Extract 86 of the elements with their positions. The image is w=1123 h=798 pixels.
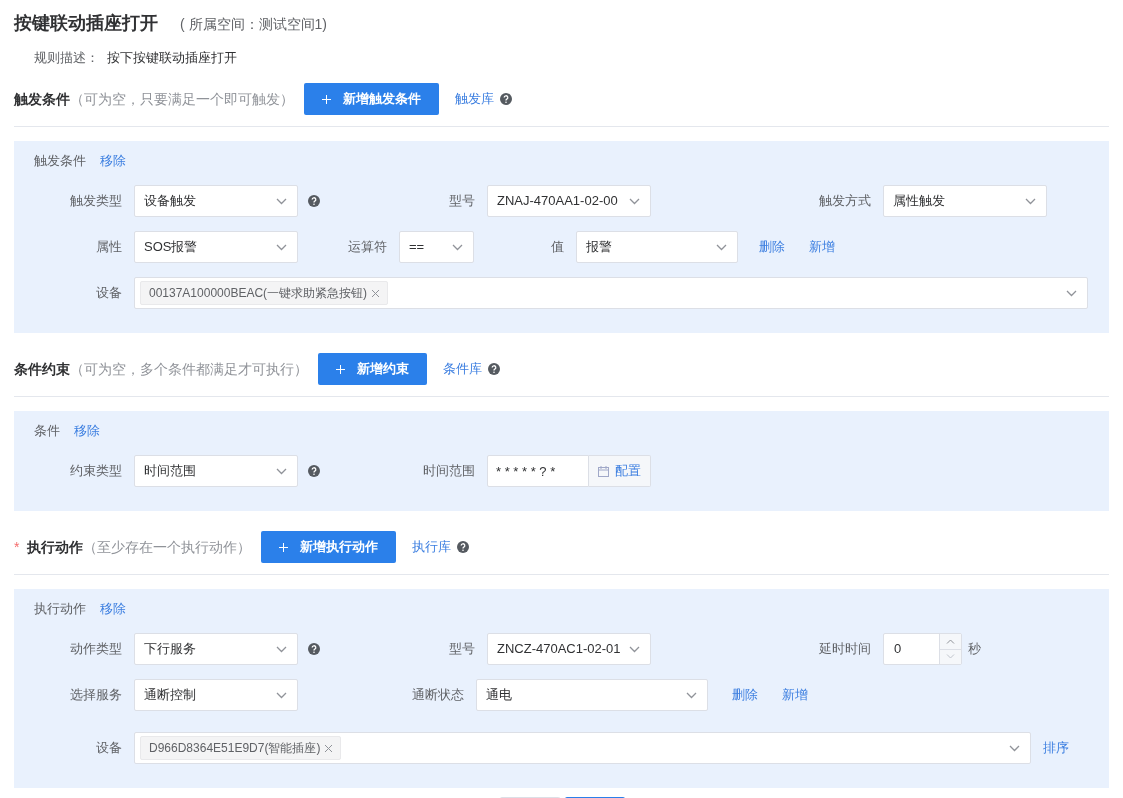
panel-title: 执行动作: [34, 600, 86, 619]
section-title: 触发条件: [14, 89, 70, 109]
close-icon[interactable]: [372, 289, 380, 297]
device-tag: 00137A100000BEAC(一键求助紧急按钮): [140, 281, 389, 305]
select-field[interactable]: 设备触发: [134, 185, 298, 217]
select-field[interactable]: 下行服务: [134, 633, 298, 665]
select-field[interactable]: 属性触发: [883, 185, 1047, 217]
field-label: 型号: [449, 192, 475, 211]
field-label: 运算符: [348, 238, 387, 257]
library-link[interactable]: 执行库: [412, 537, 452, 557]
select-field[interactable]: ZNCZ-470AC1-02-01: [487, 633, 651, 665]
chevron-down-icon: [276, 691, 287, 699]
add-button[interactable]: 新增触发条件: [304, 83, 439, 115]
help-icon[interactable]: [308, 643, 320, 655]
select-field[interactable]: 报警: [576, 231, 738, 263]
select-field[interactable]: ==: [399, 231, 474, 263]
panel-title: 触发条件: [34, 152, 86, 171]
field-label: 通断状态: [412, 686, 464, 705]
field-label: 型号: [449, 640, 475, 659]
unit-label: 秒: [968, 640, 981, 659]
section-hint: （可为空，只要满足一个即可触发）: [70, 89, 294, 109]
field-label: 属性: [96, 238, 122, 257]
library-link[interactable]: 触发库: [455, 89, 494, 109]
configure-button[interactable]: 配置: [589, 455, 651, 487]
field-label: 约束类型: [70, 462, 122, 481]
calendar-icon: [598, 465, 609, 477]
action-link[interactable]: 新增: [782, 685, 808, 705]
chevron-down-icon: [629, 645, 640, 653]
field-label: 值: [551, 238, 564, 257]
help-icon[interactable]: [500, 93, 512, 105]
action-link[interactable]: 删除: [732, 685, 758, 705]
select-field[interactable]: SOS报警: [134, 231, 298, 263]
section-title: 执行动作: [27, 537, 84, 557]
section-hint: （可为空，多个条件都满足才可执行）: [70, 359, 308, 379]
remove-link[interactable]: 移除: [74, 421, 100, 441]
field-label: 触发方式: [819, 192, 871, 211]
remove-link[interactable]: 移除: [100, 599, 126, 619]
chevron-down-icon: [1025, 197, 1036, 205]
plus-icon: [279, 542, 289, 552]
chevron-down-icon: [1066, 289, 1077, 297]
description-label: 规则描述：: [34, 49, 99, 68]
section-title: 条件约束: [14, 359, 70, 379]
field-label: 动作类型: [70, 640, 122, 659]
field-label: 延时时间: [819, 640, 871, 659]
chevron-down-icon: [716, 243, 727, 251]
chevron-down-icon: [276, 645, 287, 653]
field-label: 时间范围: [423, 462, 475, 481]
select-field[interactable]: 通电: [476, 679, 708, 711]
help-icon[interactable]: [308, 465, 320, 477]
device-tag: D966D8364E51E9D7(智能插座): [140, 736, 342, 760]
time-range-input[interactable]: * * * * * ? *: [487, 455, 589, 487]
field-label: 设备: [96, 739, 122, 758]
plus-icon: [322, 94, 331, 104]
chevron-down-icon: [276, 243, 287, 251]
description-text: 按下按键联动插座打开: [107, 49, 237, 68]
rule-title: 按键联动插座打开: [14, 12, 158, 35]
select-field[interactable]: ZNAJ-470AA1-02-00: [487, 185, 651, 217]
plus-icon: [336, 364, 345, 374]
chevron-down-icon: [629, 197, 640, 205]
action-link[interactable]: 新增: [809, 237, 835, 257]
help-icon[interactable]: [488, 363, 500, 375]
remove-link[interactable]: 移除: [100, 151, 126, 171]
add-button[interactable]: 新增执行动作: [261, 531, 397, 563]
action-link[interactable]: 排序: [1043, 738, 1069, 758]
tag-select-field[interactable]: 00137A100000BEAC(一键求助紧急按钮): [134, 277, 1088, 309]
space-label: ( 所属空间：测试空间1): [180, 15, 327, 34]
close-icon[interactable]: [325, 744, 333, 752]
library-link[interactable]: 条件库: [443, 359, 482, 379]
tag-select-field[interactable]: D966D8364E51E9D7(智能插座): [134, 732, 1031, 764]
chevron-down-icon: [276, 467, 287, 475]
help-icon[interactable]: [308, 195, 320, 207]
chevron-down-icon: [686, 691, 697, 699]
help-icon[interactable]: [457, 541, 470, 553]
chevron-down-icon: [452, 243, 463, 251]
chevron-down-icon: [276, 197, 287, 205]
field-label: 触发类型: [70, 192, 122, 211]
field-label: 选择服务: [70, 686, 122, 705]
action-link[interactable]: 删除: [759, 237, 785, 257]
required-mark: *: [14, 537, 20, 557]
panel-title: 条件: [34, 422, 60, 441]
select-field[interactable]: 时间范围: [134, 455, 298, 487]
field-label: 设备: [96, 284, 122, 303]
add-button[interactable]: 新增约束: [318, 353, 427, 385]
chevron-down-icon: [1009, 744, 1020, 752]
select-field[interactable]: 通断控制: [134, 679, 298, 711]
section-hint: （至少存在一个执行动作）: [83, 537, 252, 557]
